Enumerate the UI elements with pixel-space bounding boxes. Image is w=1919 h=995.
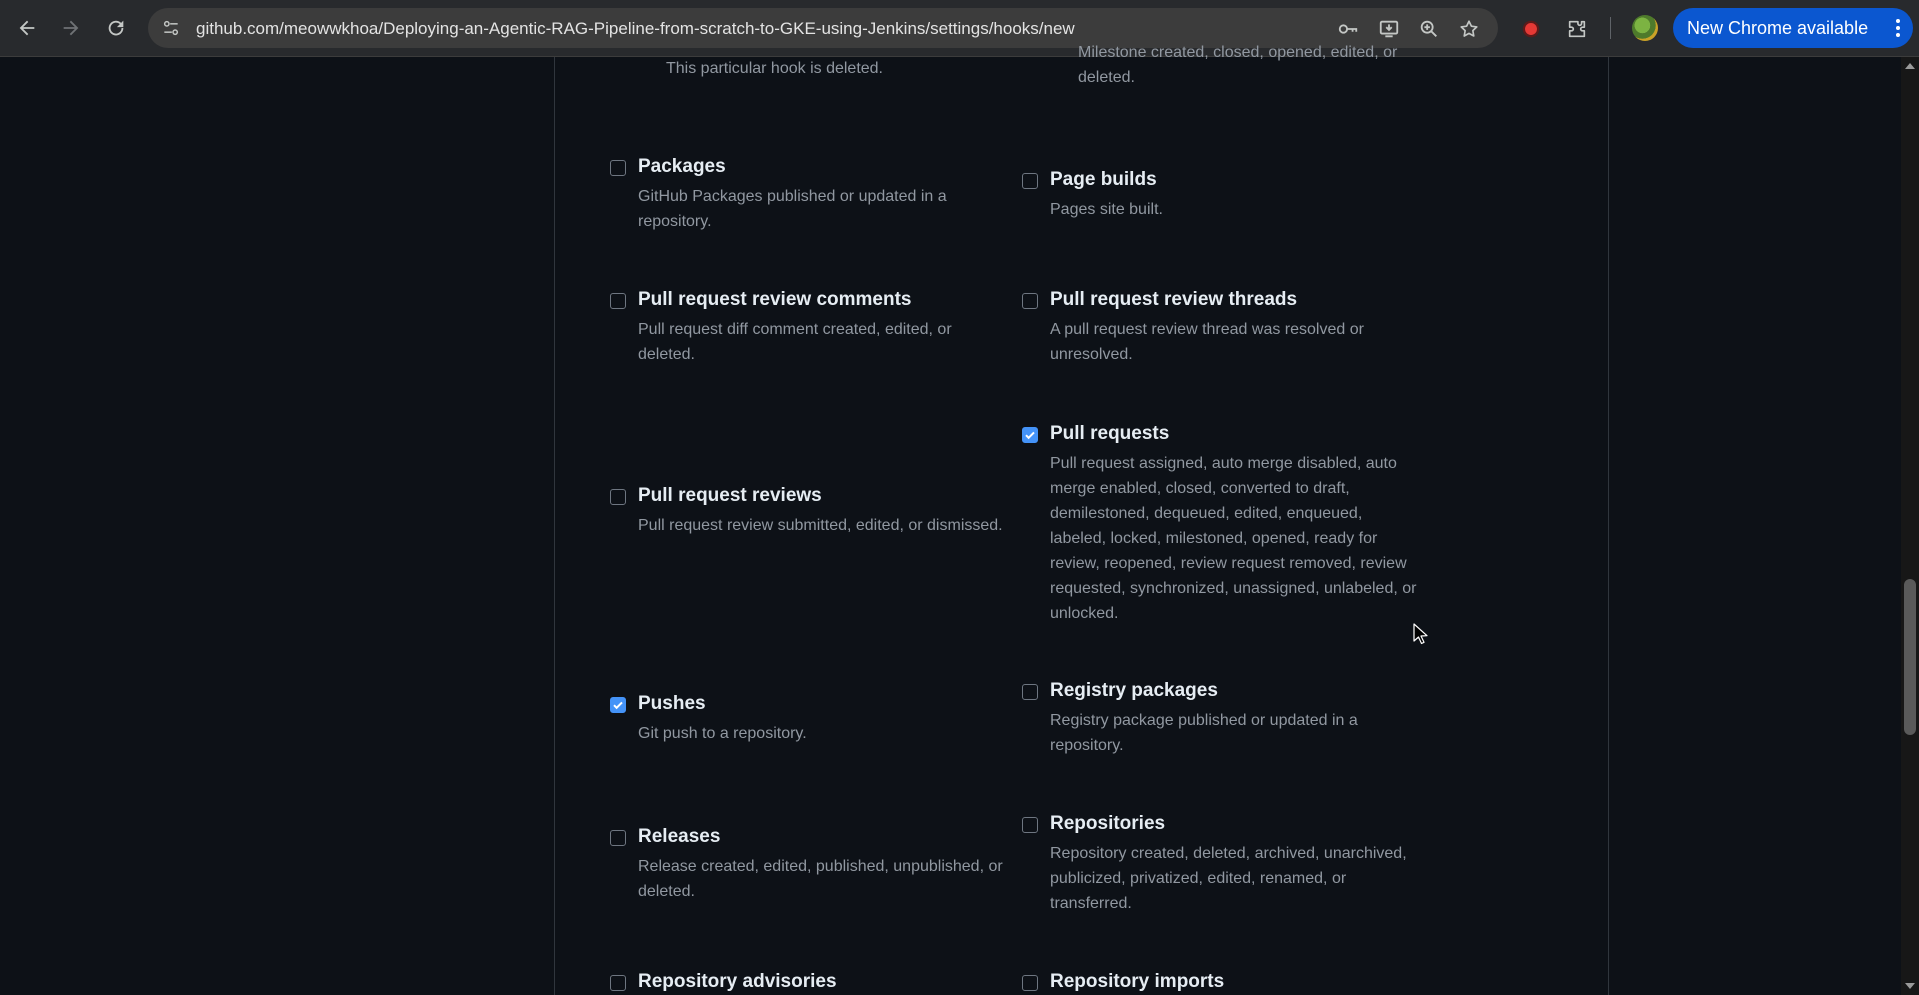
pull-request-review-comments-checkbox[interactable] (610, 293, 626, 309)
password-key-icon[interactable] (1336, 17, 1360, 41)
event-description: Git push to a repository. (638, 725, 807, 742)
scrollbar-thumb[interactable] (1904, 579, 1916, 735)
zoom-icon[interactable] (1417, 17, 1441, 41)
event-title: Registry packages (1050, 680, 1218, 701)
repositories-checkbox[interactable] (1022, 817, 1038, 833)
webhook-events-panel: This particular hook is deleted. Milesto… (554, 44, 1609, 995)
page-scrollbar[interactable] (1901, 57, 1919, 995)
new-chrome-available-button[interactable]: New Chrome available (1673, 8, 1913, 48)
event-description: Pull request assigned, auto merge disabl… (1050, 455, 1417, 622)
packages-checkbox[interactable] (610, 160, 626, 176)
checkmark-icon (613, 701, 623, 710)
event-title: Releases (638, 826, 721, 847)
forward-arrow-icon[interactable] (57, 14, 85, 42)
releases-checkbox[interactable] (610, 830, 626, 846)
url-text[interactable]: github.com/meowwkhoa/Deploying-an-Agenti… (196, 19, 1075, 39)
profile-avatar[interactable] (1632, 15, 1658, 41)
pull-requests-checkbox[interactable] (1022, 427, 1038, 443)
event-description: A pull request review thread was resolve… (1050, 321, 1364, 363)
event-title: Pull request review threads (1050, 289, 1298, 310)
event-title: Repository imports (1050, 971, 1225, 992)
event-title: Pull request reviews (638, 485, 822, 506)
event-title: Page builds (1050, 169, 1157, 190)
event-title: Repository advisories (638, 971, 837, 992)
registry-packages-checkbox[interactable] (1022, 684, 1038, 700)
install-app-icon[interactable] (1377, 17, 1401, 41)
page-builds-checkbox[interactable] (1022, 173, 1038, 189)
event-description: Repository created, deleted, archived, u… (1050, 845, 1407, 912)
pull-request-review-threads-checkbox[interactable] (1022, 293, 1038, 309)
scroll-down-arrow-icon[interactable] (1905, 983, 1915, 989)
event-description: This particular hook is deleted. (666, 60, 883, 77)
event-description: Milestone created, closed, opened, edite… (1078, 44, 1398, 86)
event-description: Pull request review submitted, edited, o… (638, 517, 1003, 534)
more-vert-icon[interactable] (1895, 17, 1901, 39)
event-description: Pages site built. (1050, 201, 1163, 218)
event-description: Registry package published or updated in… (1050, 712, 1358, 754)
bookmark-star-icon[interactable] (1457, 17, 1481, 41)
checkmark-icon (1025, 431, 1035, 440)
event-title: Packages (638, 156, 726, 177)
update-button-label: New Chrome available (1687, 17, 1869, 38)
event-title: Pull request review comments (638, 289, 912, 310)
toolbar-separator (1610, 17, 1611, 39)
browser-toolbar: github.com/meowwkhoa/Deploying-an-Agenti… (0, 0, 1919, 57)
reload-icon[interactable] (102, 14, 130, 42)
extensions-puzzle-icon[interactable] (1565, 17, 1589, 41)
site-info-icon[interactable] (158, 15, 184, 41)
event-description: Pull request diff comment created, edite… (638, 321, 952, 363)
event-description: Release created, edited, published, unpu… (638, 858, 1003, 900)
mouse-cursor-icon (1413, 623, 1428, 645)
back-arrow-icon[interactable] (13, 14, 41, 42)
scroll-up-arrow-icon[interactable] (1905, 63, 1915, 69)
repository-advisories-checkbox[interactable] (610, 975, 626, 991)
event-title: Repositories (1050, 813, 1166, 834)
record-icon[interactable] (1519, 17, 1543, 41)
event-title: Pull requests (1050, 423, 1170, 444)
pull-request-reviews-checkbox[interactable] (610, 489, 626, 505)
event-description: GitHub Packages published or updated in … (638, 188, 947, 230)
event-title: Pushes (638, 693, 706, 714)
pushes-checkbox[interactable] (610, 697, 626, 713)
repository-imports-checkbox[interactable] (1022, 975, 1038, 991)
